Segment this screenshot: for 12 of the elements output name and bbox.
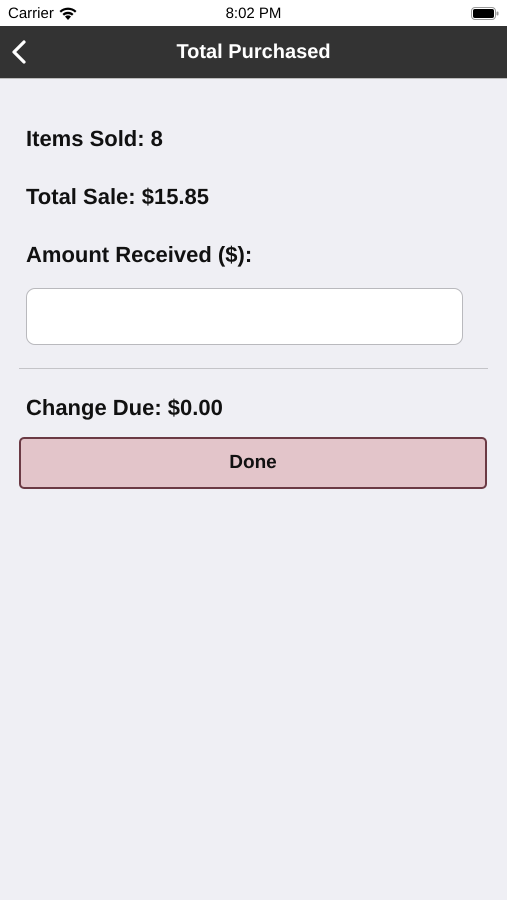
wifi-icon bbox=[58, 6, 77, 20]
summary-label: Total Sale: $15.85 bbox=[26, 183, 210, 211]
carrier-name: Carrier bbox=[8, 4, 54, 22]
battery-icon bbox=[471, 6, 499, 20]
summary-label: Amount Received ($): bbox=[26, 241, 254, 269]
change-due-label: Change Due: $0.00 bbox=[26, 394, 224, 422]
amount-received-field[interactable] bbox=[26, 288, 463, 345]
back-button[interactable] bbox=[10, 39, 28, 65]
screen-title: Total Purchased bbox=[176, 40, 331, 64]
summary-label: Items Sold: 8 bbox=[26, 125, 164, 153]
clock-time: 8:02 PM bbox=[226, 4, 282, 22]
done-button[interactable]: Done bbox=[19, 437, 487, 489]
